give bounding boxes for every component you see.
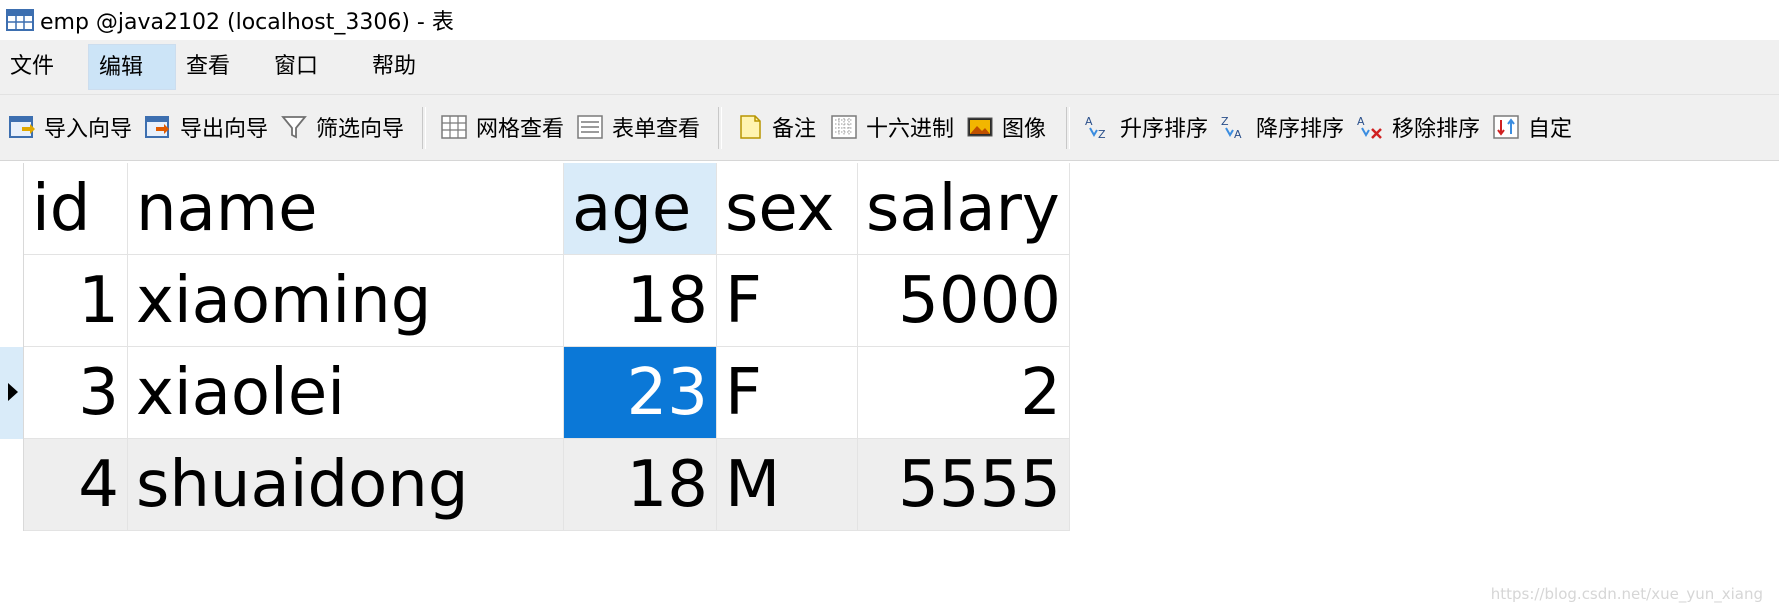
svg-text:A: A xyxy=(1085,115,1093,128)
menu-edit[interactable]: 编辑 xyxy=(88,44,176,90)
svg-text:Z: Z xyxy=(1098,128,1106,141)
sort-ascending-label: 升序排序 xyxy=(1120,117,1209,142)
sort-ascending-icon: A Z xyxy=(1085,115,1106,141)
grid-view-button[interactable]: 网格查看 xyxy=(440,105,564,149)
remove-sort-button[interactable]: A 移除排序 xyxy=(1356,105,1480,149)
hex-icon xyxy=(831,115,857,139)
toolbar-separator xyxy=(422,107,426,149)
sort-descending-icon: Z A xyxy=(1221,115,1242,141)
image-icon xyxy=(967,117,993,137)
cell-name[interactable]: shuaidong xyxy=(128,439,564,531)
hex-label: 十六进制 xyxy=(866,117,955,142)
cell-age[interactable]: 18 xyxy=(564,255,717,347)
import-wizard-button[interactable]: 导入向导 xyxy=(8,105,132,149)
export-wizard-button[interactable]: 导出向导 xyxy=(144,105,268,149)
toolbar: 导入向导 导出向导 筛选向导 网格查看 表单查看 备注 十六进制 图像 A Z … xyxy=(0,95,1779,161)
import-wizard-label: 导入向导 xyxy=(44,117,133,142)
filter-icon xyxy=(281,116,307,139)
cell-name[interactable]: xiaoming xyxy=(128,255,564,347)
cell-age-selected[interactable]: 23 xyxy=(564,347,717,439)
menu-help[interactable]: 帮助 xyxy=(362,44,458,90)
toolbar-separator xyxy=(718,107,722,149)
title-bar: emp @java2102 (localhost_3306) - 表 xyxy=(0,0,1779,40)
window-title: emp @java2102 (localhost_3306) - 表 xyxy=(40,10,454,35)
cell-sex[interactable]: F xyxy=(717,347,858,439)
table-icon xyxy=(6,9,34,31)
column-header-sex[interactable]: sex xyxy=(717,163,858,255)
menu-view[interactable]: 查看 xyxy=(176,44,266,90)
cell-age[interactable]: 18 xyxy=(564,439,717,531)
svg-text:Z: Z xyxy=(1221,115,1229,128)
remove-sort-label: 移除排序 xyxy=(1392,117,1481,142)
svg-text:A: A xyxy=(1234,128,1242,141)
column-header-id[interactable]: id xyxy=(24,163,128,255)
grid-icon xyxy=(441,115,467,139)
note-icon xyxy=(740,115,761,139)
toolbar-separator xyxy=(1066,107,1070,149)
sort-descending-button[interactable]: Z A 降序排序 xyxy=(1220,105,1344,149)
menu-window[interactable]: 窗口 xyxy=(264,44,360,90)
remove-sort-icon: A xyxy=(1357,115,1382,139)
cell-id[interactable]: 3 xyxy=(24,347,128,439)
hex-button[interactable]: 十六进制 xyxy=(830,105,954,149)
column-header-salary[interactable]: salary xyxy=(858,163,1070,255)
sort-ascending-button[interactable]: A Z 升序排序 xyxy=(1084,105,1208,149)
filter-wizard-button[interactable]: 筛选向导 xyxy=(280,105,404,149)
cell-sex[interactable]: F xyxy=(717,255,858,347)
export-wizard-label: 导出向导 xyxy=(180,117,269,142)
image-label: 图像 xyxy=(1002,117,1047,142)
cell-salary[interactable]: 2 xyxy=(858,347,1070,439)
custom-icon xyxy=(1493,115,1519,139)
cell-id[interactable]: 1 xyxy=(24,255,128,347)
row-header[interactable] xyxy=(0,439,24,531)
form-view-button[interactable]: 表单查看 xyxy=(576,105,700,149)
row-header-current[interactable] xyxy=(0,347,24,439)
cell-id[interactable]: 4 xyxy=(24,439,128,531)
memo-button[interactable]: 备注 xyxy=(736,105,816,149)
image-button[interactable]: 图像 xyxy=(966,105,1046,149)
custom-button[interactable]: 自定 xyxy=(1492,105,1572,149)
cell-salary[interactable]: 5000 xyxy=(858,255,1070,347)
custom-label: 自定 xyxy=(1528,117,1573,142)
form-view-label: 表单查看 xyxy=(612,117,701,142)
menu-bar: 文件 编辑 查看 窗口 帮助 xyxy=(0,40,1779,95)
column-header-name[interactable]: name xyxy=(128,163,564,255)
row-header[interactable] xyxy=(0,255,24,347)
cell-sex[interactable]: M xyxy=(717,439,858,531)
export-icon xyxy=(145,116,169,138)
form-icon xyxy=(577,115,603,139)
menu-file[interactable]: 文件 xyxy=(0,44,88,90)
import-icon xyxy=(9,116,35,138)
watermark: https://blog.csdn.net/xue_yun_xiang xyxy=(1490,585,1763,603)
filter-wizard-label: 筛选向导 xyxy=(316,117,405,142)
sort-descending-label: 降序排序 xyxy=(1256,117,1345,142)
column-header-age[interactable]: age xyxy=(564,163,717,255)
cell-salary[interactable]: 5555 xyxy=(858,439,1070,531)
row-header-corner xyxy=(0,163,24,255)
memo-label: 备注 xyxy=(772,117,817,142)
current-row-indicator-icon xyxy=(8,383,18,401)
grid-view-label: 网格查看 xyxy=(476,117,565,142)
cell-name[interactable]: xiaolei xyxy=(128,347,564,439)
svg-text:A: A xyxy=(1357,115,1365,128)
